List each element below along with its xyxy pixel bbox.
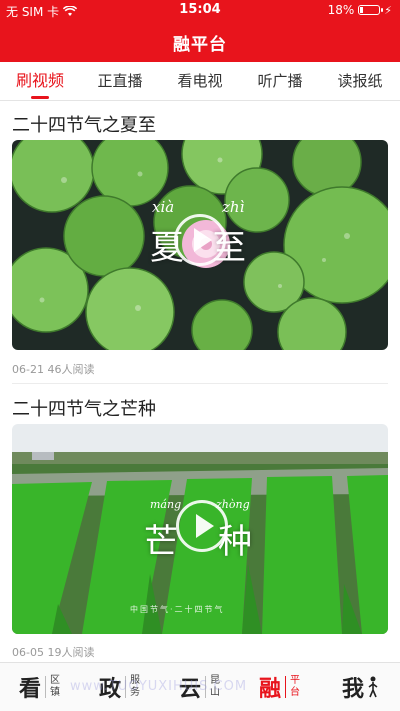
- person-icon: [368, 676, 378, 698]
- battery-percent: 18%: [327, 3, 355, 17]
- video-title[interactable]: 二十四节气之芒种: [12, 395, 156, 421]
- overlay-caption: 中国节气·二十四节气: [130, 605, 225, 614]
- play-icon[interactable]: [174, 214, 226, 266]
- video-meta: 06-05 19人阅读: [12, 646, 95, 659]
- overlay-char-mang: 芒: [144, 522, 178, 562]
- video-thumbnail[interactable]: xià zhì 夏 至: [12, 140, 388, 350]
- overlay-pinyin-mang: máng: [150, 498, 182, 511]
- tab-tv[interactable]: 看电视: [160, 62, 240, 100]
- battery-icon: [358, 5, 384, 15]
- nav-item-cloud-kunshan[interactable]: 云 昆山: [160, 663, 240, 711]
- play-icon[interactable]: [176, 500, 228, 552]
- bottom-nav: 看 区镇 政 服务 云 昆山 融 平台 我: [0, 662, 400, 711]
- overlay-pinyin-xia: xià: [152, 198, 175, 216]
- nav-item-glyph: 政: [98, 677, 121, 702]
- charging-icon: ⚡: [384, 3, 392, 17]
- divider: [12, 383, 388, 384]
- nav-item-glyph: 看: [18, 677, 41, 702]
- tab-short-video[interactable]: 刷视频: [0, 62, 80, 100]
- nav-item-glyph: 融: [258, 677, 281, 702]
- nav-item-me[interactable]: 我: [320, 663, 400, 711]
- nav-item-label: 平台: [290, 675, 300, 698]
- divider: [205, 676, 206, 698]
- divider: [285, 676, 286, 698]
- header-bar: 无 SIM 卡 15:04 18% ⚡ 融平台: [0, 0, 400, 62]
- nav-item-glyph: 我: [341, 677, 364, 702]
- divider: [125, 676, 126, 698]
- divider: [45, 676, 46, 698]
- video-title[interactable]: 二十四节气之夏至: [12, 111, 156, 137]
- category-tabs: 刷视频 正直播 看电视 听广播 读报纸: [0, 62, 400, 101]
- nav-item-label: 昆山: [210, 675, 220, 698]
- nav-item-glyph: 云: [178, 677, 201, 702]
- tab-newspaper[interactable]: 读报纸: [320, 62, 400, 100]
- overlay-pinyin-zhi: zhì: [222, 198, 245, 216]
- video-thumbnail[interactable]: máng zhòng 芒 种 中国节气·二十四节气: [12, 424, 388, 634]
- nav-item-districts[interactable]: 看 区镇: [0, 663, 80, 711]
- tab-radio[interactable]: 听广播: [240, 62, 320, 100]
- nav-item-services[interactable]: 政 服务: [80, 663, 160, 711]
- page-title: 融平台: [173, 35, 227, 55]
- nav-item-label: 区镇: [50, 675, 60, 698]
- nav-item-platform[interactable]: 融 平台: [240, 663, 320, 711]
- status-bar: 无 SIM 卡 15:04 18% ⚡: [0, 0, 400, 20]
- video-meta: 06-21 46人阅读: [12, 363, 95, 376]
- nav-item-label: 服务: [130, 675, 140, 698]
- tab-live[interactable]: 正直播: [80, 62, 160, 100]
